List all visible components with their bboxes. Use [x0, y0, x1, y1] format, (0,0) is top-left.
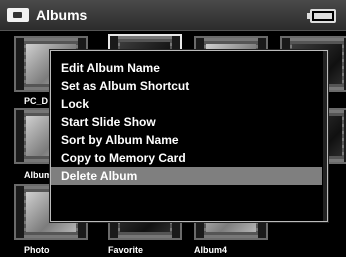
battery-icon	[307, 9, 336, 23]
page-title: Albums	[36, 7, 88, 23]
menu-item-sort-by-album-name[interactable]: Sort by Album Name	[51, 131, 322, 149]
menu-item-delete-album[interactable]: Delete Album	[51, 167, 322, 185]
menu-item-start-slide-show[interactable]: Start Slide Show	[51, 113, 322, 131]
album-label: Album4	[194, 245, 228, 255]
menu-item-edit-album-name[interactable]: Edit Album Name	[51, 59, 322, 77]
menu-item-lock[interactable]: Lock	[51, 95, 322, 113]
menu-item-set-album-shortcut[interactable]: Set as Album Shortcut	[51, 77, 322, 95]
album-browser-screen: Albums PC_D Album Photo Favorite Album4 …	[0, 0, 346, 257]
album-icon	[7, 8, 29, 22]
album-options-menu: Edit Album Name Set as Album Shortcut Lo…	[50, 50, 328, 222]
menu-scrollbar[interactable]	[323, 51, 327, 221]
album-label: Favorite	[108, 245, 144, 255]
title-bar: Albums	[0, 0, 346, 31]
album-label: Album	[24, 170, 52, 180]
menu-item-copy-to-memory-card[interactable]: Copy to Memory Card	[51, 149, 322, 167]
album-label: PC_D	[24, 96, 49, 106]
album-label: Photo	[24, 245, 50, 255]
